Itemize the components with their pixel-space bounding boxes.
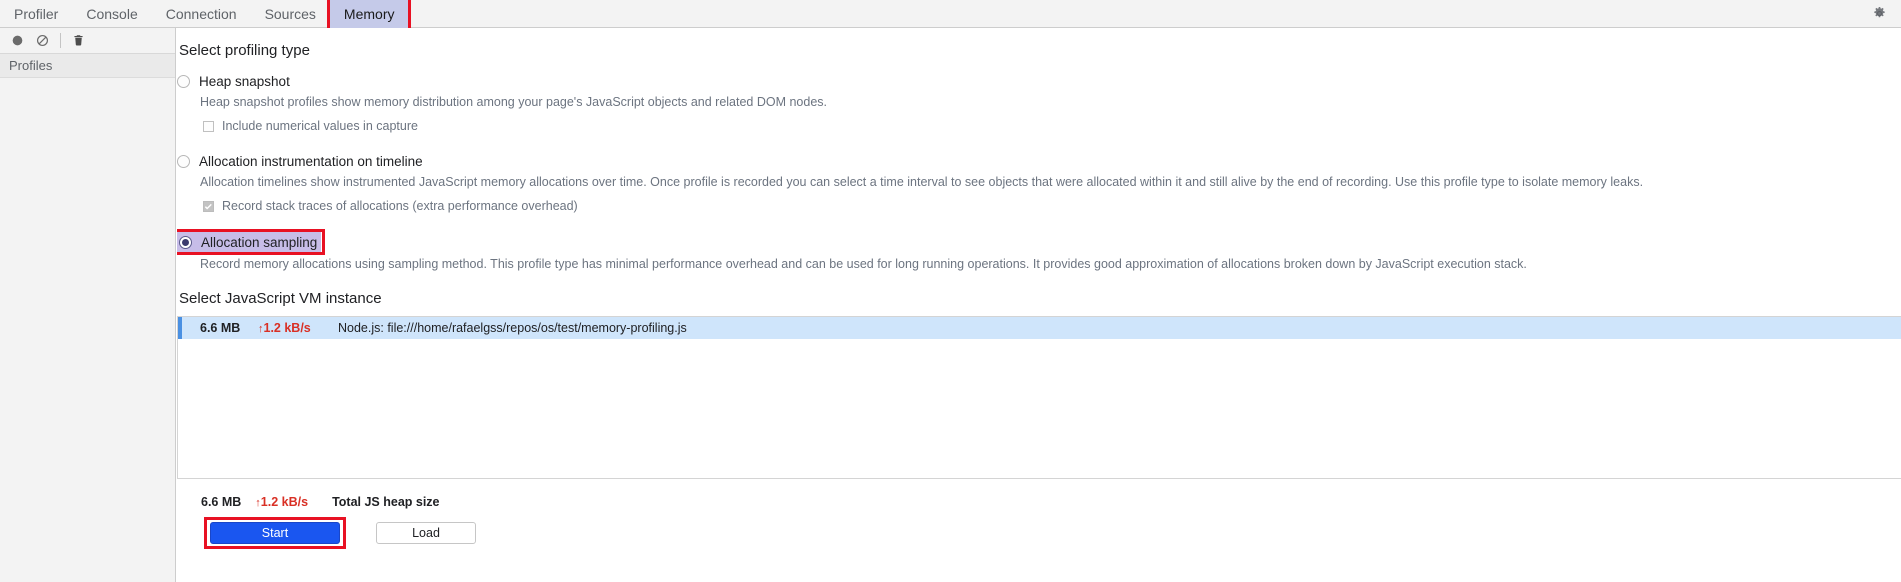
- radio-label: Heap snapshot: [199, 73, 290, 89]
- checkbox-label: Record stack traces of allocations (extr…: [222, 199, 578, 213]
- tab-memory[interactable]: Memory: [326, 0, 412, 31]
- load-button-label: Load: [412, 526, 440, 540]
- total-heap-size: 6.6 MB: [201, 495, 242, 509]
- checkbox-icon: [203, 120, 214, 132]
- radio-button-icon: [177, 74, 190, 88]
- vm-instance-title: Select JavaScript VM instance: [179, 290, 382, 307]
- trash-icon[interactable]: [66, 29, 91, 53]
- profiles-header: Profiles: [0, 54, 175, 78]
- memory-profiler-panel: Select profiling type Heap snapshot Heap…: [177, 28, 1901, 582]
- clear-icon[interactable]: [30, 29, 55, 53]
- tab-console[interactable]: Console: [72, 0, 151, 28]
- checkbox-label: Include numerical values in capture: [222, 119, 418, 133]
- total-heap-rate-value: 1.2 kB/s: [260, 495, 309, 509]
- tab-label: Memory: [343, 5, 395, 22]
- radio-label: Allocation instrumentation on timeline: [199, 153, 423, 169]
- profiles-sidebar: Profiles: [0, 28, 176, 582]
- radio-button-icon: [179, 235, 192, 249]
- allocation-instrumentation-description: Allocation timelines show instrumented J…: [200, 175, 1644, 189]
- action-button-row: Start Load: [180, 517, 1901, 549]
- radio-allocation-instrumentation[interactable]: Allocation instrumentation on timeline: [177, 152, 423, 170]
- devtools-window: Profiler Console Connection Sources Memo…: [0, 0, 1901, 582]
- record-icon[interactable]: [5, 29, 30, 53]
- option-allocation-sampling: Allocation sampling Record memory alloca…: [177, 229, 1901, 272]
- heap-snapshot-description: Heap snapshot profiles show memory distr…: [200, 95, 828, 109]
- profiling-type-title: Select profiling type: [179, 42, 310, 59]
- radio-allocation-sampling[interactable]: Allocation sampling: [177, 229, 326, 255]
- checkbox-record-stack-traces[interactable]: Record stack traces of allocations (extr…: [203, 198, 578, 214]
- heap-total-stats: 6.6 MB ↑1.2 kB/s Total JS heap size: [201, 495, 1901, 509]
- start-button-label: Start: [261, 526, 289, 540]
- vm-instance-rate: ↑1.2 kB/s: [258, 321, 314, 335]
- allocation-sampling-description: Record memory allocations using sampling…: [200, 257, 1527, 271]
- tab-connection[interactable]: Connection: [152, 0, 251, 28]
- vm-instance-rate-value: 1.2 kB/s: [263, 321, 311, 335]
- main-tabbar: Profiler Console Connection Sources Memo…: [0, 0, 1901, 31]
- option-allocation-instrumentation: Allocation instrumentation on timeline A…: [177, 152, 1901, 214]
- profiles-header-label: Profiles: [9, 58, 53, 73]
- tab-sources[interactable]: Sources: [251, 0, 330, 28]
- option-heap-snapshot: Heap snapshot Heap snapshot profiles sho…: [177, 72, 1901, 134]
- vm-instance-name: Node.js: file:///home/rafaelgss/repos/os…: [338, 321, 687, 335]
- checkbox-icon: [203, 200, 214, 212]
- tab-label: Profiler: [14, 5, 59, 22]
- total-heap-label: Total JS heap size: [332, 495, 440, 509]
- profiles-list[interactable]: [0, 78, 175, 582]
- radio-label: Allocation sampling: [201, 234, 318, 250]
- load-button[interactable]: Load: [376, 522, 476, 544]
- toolbar-divider: [60, 33, 61, 48]
- start-button[interactable]: Start: [204, 517, 346, 549]
- radio-button-icon: [177, 154, 190, 168]
- checkbox-include-numerical-values[interactable]: Include numerical values in capture: [203, 118, 418, 134]
- total-heap-rate: ↑1.2 kB/s: [255, 495, 308, 509]
- sidebar-toolbar: [0, 28, 175, 54]
- tab-label: Console: [86, 5, 138, 22]
- vm-instance-row[interactable]: 6.6 MB ↑1.2 kB/s Node.js: file:///home/r…: [178, 317, 1901, 339]
- tab-profiler[interactable]: Profiler: [0, 0, 72, 28]
- radio-heap-snapshot[interactable]: Heap snapshot: [177, 72, 290, 90]
- gear-icon[interactable]: [1865, 0, 1893, 28]
- vm-instance-size: 6.6 MB: [200, 321, 241, 335]
- tab-label: Connection: [165, 5, 237, 22]
- vm-instance-list[interactable]: 6.6 MB ↑1.2 kB/s Node.js: file:///home/r…: [177, 316, 1901, 479]
- tab-label: Sources: [264, 5, 316, 22]
